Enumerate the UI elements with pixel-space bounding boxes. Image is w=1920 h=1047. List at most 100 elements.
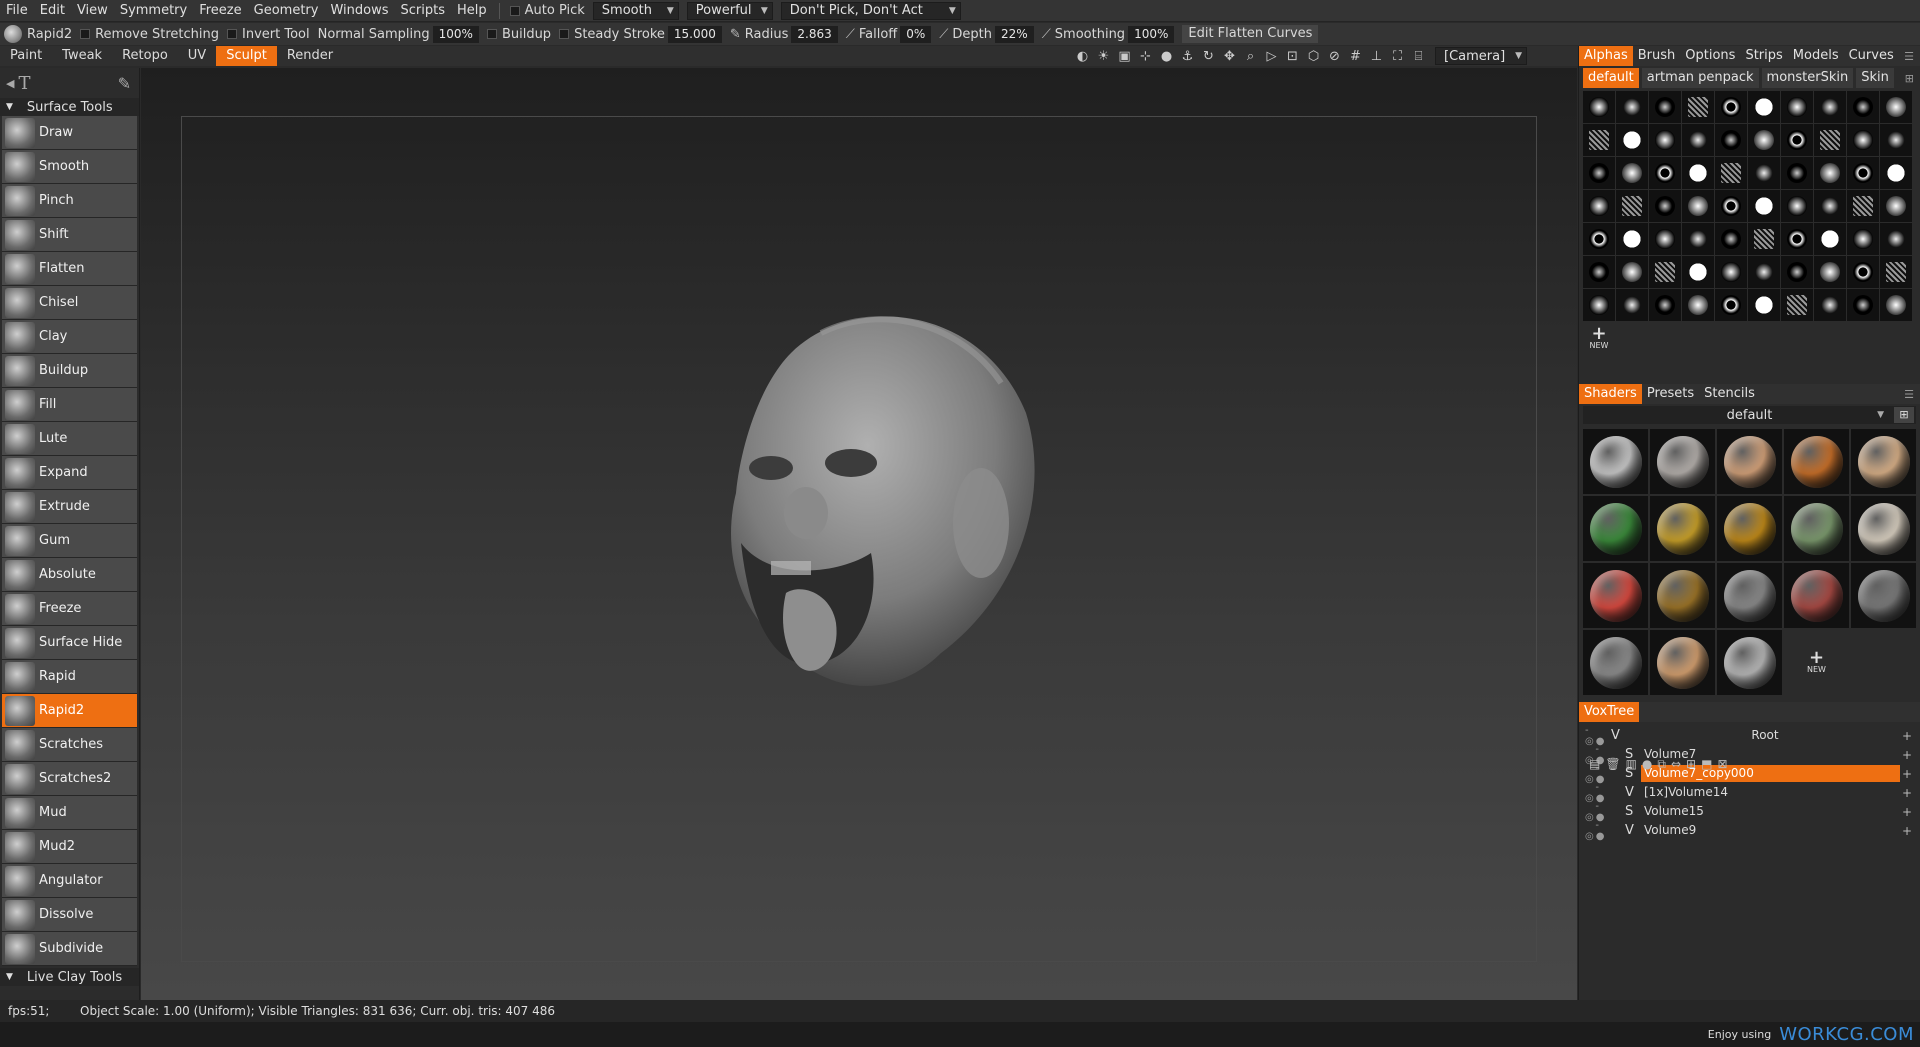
alpha-thumbnail[interactable] [1616, 190, 1648, 222]
alpha-thumbnail[interactable] [1814, 124, 1846, 156]
mode-retopo[interactable]: Retopo [112, 46, 178, 66]
add-child-icon[interactable]: + [1900, 824, 1914, 838]
tab-stencils[interactable]: Stencils [1699, 384, 1760, 404]
alpha-thumbnail[interactable] [1682, 124, 1714, 156]
fit-icon[interactable]: ⊡ [1282, 49, 1303, 64]
alpha-thumbnail[interactable] [1583, 190, 1615, 222]
current-tool[interactable]: Rapid2 [4, 25, 72, 43]
radius-field[interactable]: ✎ Radius 2.863 [730, 25, 838, 43]
panel-menu-icon[interactable]: ☰ [1904, 50, 1920, 63]
smoothing-value[interactable]: 100% [1128, 25, 1175, 43]
shader-ball[interactable] [1784, 496, 1849, 561]
shader-ball[interactable] [1583, 630, 1648, 695]
tab-options[interactable]: Options [1680, 46, 1740, 66]
shading-icon[interactable]: ◐ [1072, 49, 1093, 64]
rotate-icon[interactable]: ↻ [1198, 49, 1219, 64]
add-child-icon[interactable]: + [1900, 805, 1914, 819]
shader-ball[interactable] [1650, 563, 1715, 628]
shader-ball[interactable] [1650, 429, 1715, 494]
alpha-thumbnail[interactable] [1781, 289, 1813, 321]
normal-sampling-field[interactable]: Normal Sampling 100% [318, 25, 479, 43]
layers-icon[interactable]: ▥ [1626, 757, 1637, 772]
pick-select[interactable]: Don't Pick, Don't Act ▼ [780, 1, 961, 20]
tool-buildup[interactable]: Buildup [2, 354, 137, 388]
alpha-thumbnail[interactable] [1748, 157, 1780, 189]
alpha-thumbnail[interactable] [1682, 256, 1714, 288]
brush-icon[interactable]: ✎ [118, 74, 131, 93]
surface-tools-header[interactable]: ▼ Surface Tools [0, 98, 139, 116]
alpha-thumbnail[interactable] [1781, 157, 1813, 189]
alpha-thumbnail[interactable] [1715, 190, 1747, 222]
alpha-thumbnail[interactable] [1616, 157, 1648, 189]
alpha-thumbnail[interactable] [1583, 289, 1615, 321]
voxtree-row[interactable]: - ◎● V [1x]Volume14 + [1585, 782, 1914, 804]
tool-chisel[interactable]: Chisel [2, 286, 137, 320]
save-icon[interactable]: ⬒ [1701, 757, 1712, 772]
alpha-thumbnail[interactable] [1814, 157, 1846, 189]
mode-uv[interactable]: UV [178, 46, 216, 66]
add-child-icon[interactable]: + [1900, 786, 1914, 800]
add-shader-set-icon[interactable]: ⊞ [1894, 407, 1914, 423]
steady-stroke-field[interactable]: Steady Stroke 15.000 [559, 25, 722, 43]
alpha-thumbnail[interactable] [1649, 289, 1681, 321]
mode-sculpt[interactable]: Sculpt [216, 46, 277, 66]
screenshot-icon[interactable]: ⌸ [1408, 49, 1429, 64]
tool-surface-hide[interactable]: Surface Hide [2, 626, 137, 660]
alpha-thumbnail[interactable] [1682, 91, 1714, 123]
tool-subdivide[interactable]: Subdivide [2, 932, 137, 966]
3d-viewport[interactable] [141, 68, 1577, 1000]
alpha-thumbnail[interactable] [1781, 223, 1813, 255]
alpha-thumbnail[interactable] [1880, 91, 1912, 123]
shader-ball[interactable] [1717, 630, 1782, 695]
shader-ball[interactable] [1784, 563, 1849, 628]
zoom-icon[interactable]: ⌕ [1240, 49, 1261, 64]
alpha-thumbnail[interactable] [1649, 190, 1681, 222]
alpha-thumbnail[interactable] [1583, 91, 1615, 123]
drop-icon[interactable]: ● [1156, 49, 1177, 64]
depth-value[interactable]: 22% [995, 25, 1034, 43]
tool-flatten[interactable]: Flatten [2, 252, 137, 286]
camera-select[interactable]: [Camera] ▼ [1435, 47, 1527, 65]
alpha-thumbnail[interactable] [1814, 256, 1846, 288]
set-skin[interactable]: Skin [1856, 68, 1894, 88]
alpha-thumbnail[interactable] [1847, 91, 1879, 123]
alpha-thumbnail[interactable] [1715, 256, 1747, 288]
alpha-thumbnail[interactable] [1814, 289, 1846, 321]
alpha-thumbnail[interactable] [1682, 190, 1714, 222]
alpha-thumbnail[interactable] [1649, 256, 1681, 288]
alpha-thumbnail[interactable] [1814, 223, 1846, 255]
tool-lute[interactable]: Lute [2, 422, 137, 456]
split-icon[interactable]: ⇔ [1671, 757, 1681, 772]
menu-edit[interactable]: Edit [34, 3, 71, 18]
alpha-thumbnail[interactable] [1781, 124, 1813, 156]
tool-scratches2[interactable]: Scratches2 [2, 762, 137, 796]
frame-icon[interactable]: ⛶ [1387, 49, 1408, 64]
alpha-thumbnail[interactable] [1649, 124, 1681, 156]
menu-geometry[interactable]: Geometry [248, 3, 325, 18]
alpha-thumbnail[interactable] [1583, 256, 1615, 288]
alpha-thumbnail[interactable] [1748, 91, 1780, 123]
set-monsterskin[interactable]: monsterSkin [1761, 68, 1854, 88]
play-icon[interactable]: ▷ [1261, 49, 1282, 64]
tool-freeze[interactable]: Freeze [2, 592, 137, 626]
axis-icon[interactable]: ⊥ [1366, 49, 1387, 64]
menu-symmetry[interactable]: Symmetry [114, 3, 193, 18]
tool-extrude[interactable]: Extrude [2, 490, 137, 524]
alpha-thumbnail[interactable] [1748, 190, 1780, 222]
alpha-thumbnail[interactable] [1583, 157, 1615, 189]
pivot-icon[interactable]: ⚓ [1177, 49, 1198, 64]
shader-ball[interactable] [1583, 563, 1648, 628]
tool-clay[interactable]: Clay [2, 320, 137, 354]
buildup-checkbox[interactable]: Buildup [486, 27, 551, 42]
add-set-icon[interactable]: ⊞ [1905, 72, 1920, 85]
checkbox-icon[interactable] [559, 29, 570, 39]
tool-draw[interactable]: Draw [2, 116, 137, 150]
alpha-thumbnail[interactable] [1649, 157, 1681, 189]
add-child-icon[interactable]: + [1900, 767, 1914, 781]
alpha-thumbnail[interactable] [1880, 223, 1912, 255]
alpha-thumbnail[interactable] [1649, 91, 1681, 123]
trash-icon[interactable]: 🗑 [1605, 757, 1620, 772]
tab-brush[interactable]: Brush [1633, 46, 1681, 66]
shader-ball[interactable] [1717, 496, 1782, 561]
steady-stroke-value[interactable]: 15.000 [667, 25, 722, 43]
